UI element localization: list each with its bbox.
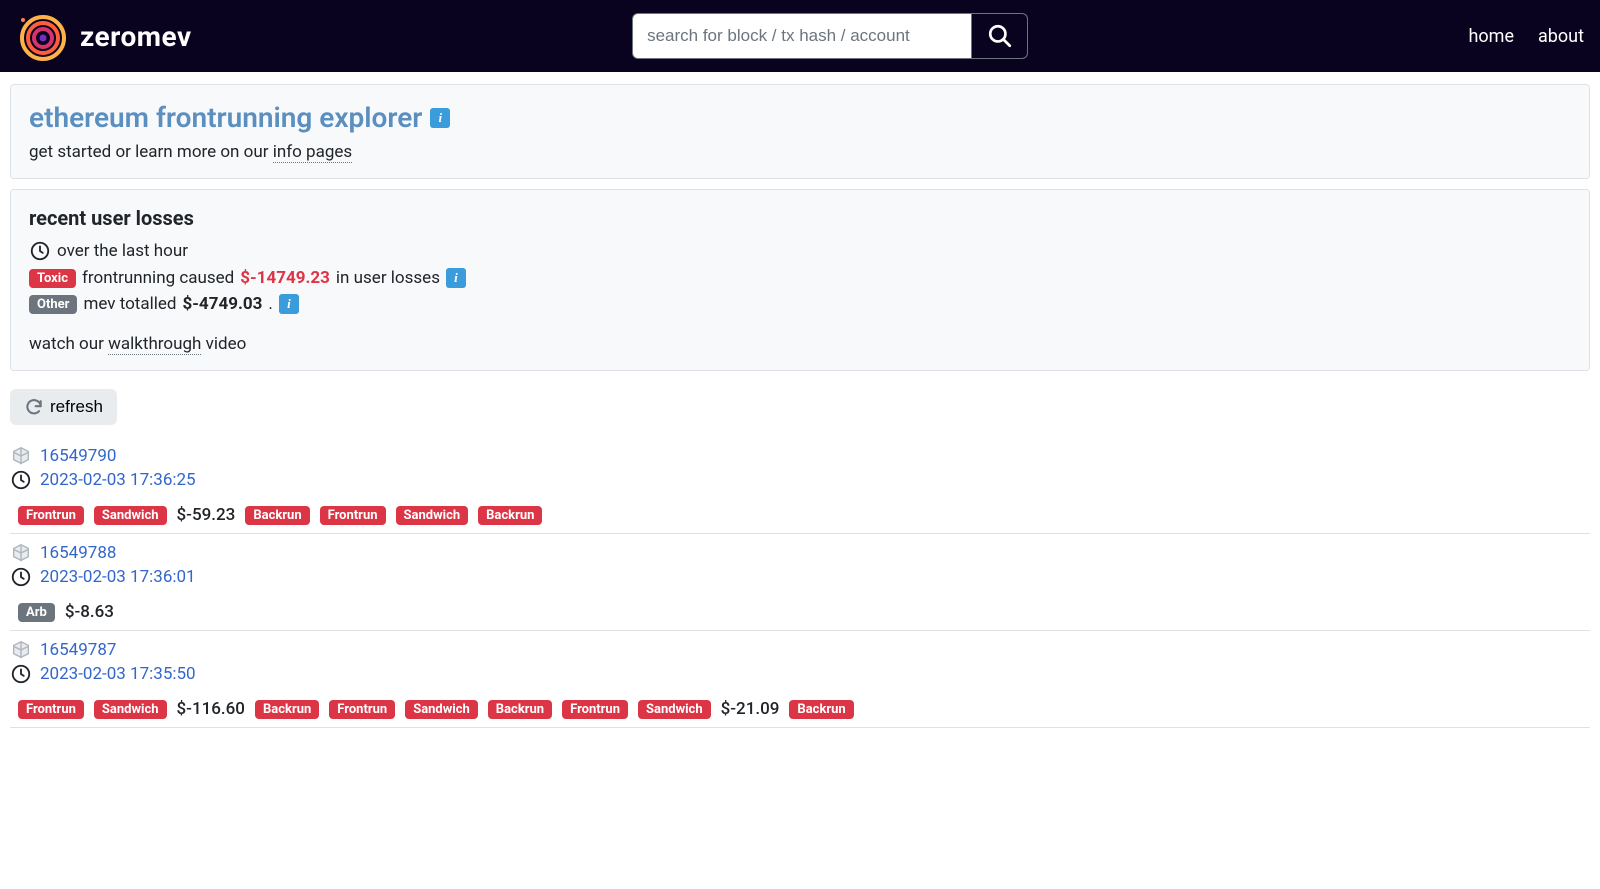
refresh-button[interactable]: refresh — [10, 389, 117, 425]
other-amount: $-4749.03 — [182, 294, 262, 314]
summary-card: recent user losses over the last hour To… — [10, 189, 1590, 371]
summary-other-line: Other mev totalled $-4749.03. i — [29, 294, 1571, 314]
tag-sandwich[interactable]: Sandwich — [94, 506, 167, 525]
block-entry: 16549790 2023-02-03 17:36:25 Frontrun Sandw… — [10, 437, 1590, 534]
block-number-link[interactable]: 16549787 — [40, 640, 116, 660]
clock-icon — [10, 663, 32, 685]
search-icon — [987, 23, 1013, 49]
walkthrough-pre: watch our — [29, 334, 108, 354]
block-number-row: 16549787 — [10, 639, 1590, 661]
loss-amount: $-8.63 — [65, 602, 114, 622]
tag-frontrun[interactable]: Frontrun — [562, 700, 628, 719]
search-input[interactable] — [632, 13, 972, 59]
tag-frontrun[interactable]: Frontrun — [18, 700, 84, 719]
nav-link-home[interactable]: home — [1468, 26, 1514, 47]
summary-toxic-line: Toxic frontrunning caused $-14749.23 in … — [29, 268, 1571, 288]
tags-row: Arb $-8.63 — [18, 602, 1590, 622]
intro-subtext: get started or learn more on our info pa… — [29, 142, 1571, 162]
logo-group[interactable]: zeromev — [16, 11, 192, 61]
cube-icon — [10, 542, 32, 564]
tag-frontrun[interactable]: Frontrun — [18, 506, 84, 525]
other-text-post: . — [268, 294, 272, 314]
info-icon[interactable]: i — [279, 294, 299, 314]
last-hour-text: over the last hour — [57, 241, 188, 261]
other-badge: Other — [29, 295, 77, 314]
tag-arb[interactable]: Arb — [18, 603, 55, 622]
tag-sandwich[interactable]: Sandwich — [396, 506, 469, 525]
logo-icon — [16, 11, 66, 61]
info-icon[interactable]: i — [446, 268, 466, 288]
tag-backrun[interactable]: Backrun — [255, 700, 319, 719]
info-pages-link[interactable]: info pages — [273, 142, 352, 163]
nav-links: home about — [1468, 26, 1584, 47]
blocks-list: 16549790 2023-02-03 17:36:25 Frontrun Sandw… — [10, 437, 1590, 728]
intro-subtext-prefix: get started or learn more on our — [29, 142, 273, 162]
cube-icon — [10, 639, 32, 661]
tag-backrun[interactable]: Backrun — [789, 700, 853, 719]
walkthrough-line: watch our walkthrough video — [29, 334, 1571, 354]
tags-row: Frontrun Sandwich $-116.60 Backrun Frontrun S… — [18, 699, 1590, 719]
tag-sandwich[interactable]: Sandwich — [405, 700, 478, 719]
summary-title: recent user losses — [29, 206, 1571, 230]
intro-card: ethereum frontrunning explorer i get sta… — [10, 84, 1590, 179]
block-time-link[interactable]: 2023-02-03 17:36:25 — [40, 470, 196, 490]
block-number-row: 16549790 — [10, 445, 1590, 467]
navbar: zeromev home about — [0, 0, 1600, 72]
loss-amount: $-21.09 — [721, 699, 780, 719]
block-number-link[interactable]: 16549788 — [40, 543, 116, 563]
toxic-badge: Toxic — [29, 269, 76, 288]
tags-row: Frontrun Sandwich $-59.23 Backrun Frontrun Sa… — [18, 505, 1590, 525]
block-entry: 16549788 2023-02-03 17:36:01 Arb $-8.63 — [10, 534, 1590, 631]
summary-last-hour: over the last hour — [29, 240, 1571, 262]
clock-icon — [10, 469, 32, 491]
tag-frontrun[interactable]: Frontrun — [320, 506, 386, 525]
block-entry: 16549787 2023-02-03 17:35:50 Frontrun Sandw… — [10, 631, 1590, 728]
loss-amount: $-59.23 — [177, 505, 236, 525]
other-text-pre: mev totalled — [83, 294, 176, 314]
refresh-icon — [24, 397, 44, 417]
walkthrough-post: video — [201, 334, 246, 354]
block-number-row: 16549788 — [10, 542, 1590, 564]
search-form — [632, 13, 1028, 59]
clock-icon — [10, 566, 32, 588]
block-time-link[interactable]: 2023-02-03 17:35:50 — [40, 664, 196, 684]
toxic-amount: $-14749.23 — [240, 268, 330, 288]
tag-frontrun[interactable]: Frontrun — [329, 700, 395, 719]
loss-amount: $-116.60 — [177, 699, 245, 719]
tag-backrun[interactable]: Backrun — [245, 506, 309, 525]
main-container: ethereum frontrunning explorer i get sta… — [0, 72, 1600, 740]
cube-icon — [10, 445, 32, 467]
clock-icon — [29, 240, 51, 262]
toxic-text-post: in user losses — [336, 268, 440, 288]
search-button[interactable] — [972, 13, 1028, 59]
nav-link-about[interactable]: about — [1538, 26, 1584, 47]
refresh-label: refresh — [50, 397, 103, 417]
block-time-row: 2023-02-03 17:35:50 — [10, 663, 1590, 685]
block-time-row: 2023-02-03 17:36:25 — [10, 469, 1590, 491]
block-number-link[interactable]: 16549790 — [40, 446, 116, 466]
info-icon[interactable]: i — [430, 108, 450, 128]
block-time-link[interactable]: 2023-02-03 17:36:01 — [40, 567, 196, 587]
tag-backrun[interactable]: Backrun — [488, 700, 552, 719]
page-title-text: ethereum frontrunning explorer — [29, 101, 422, 134]
brand-text: zeromev — [80, 20, 192, 53]
tag-backrun[interactable]: Backrun — [478, 506, 542, 525]
toxic-text-pre: frontrunning caused — [82, 268, 234, 288]
walkthrough-link[interactable]: walkthrough — [108, 334, 201, 355]
page-title: ethereum frontrunning explorer i — [29, 101, 450, 134]
tag-sandwich[interactable]: Sandwich — [94, 700, 167, 719]
tag-sandwich[interactable]: Sandwich — [638, 700, 711, 719]
block-time-row: 2023-02-03 17:36:01 — [10, 566, 1590, 588]
